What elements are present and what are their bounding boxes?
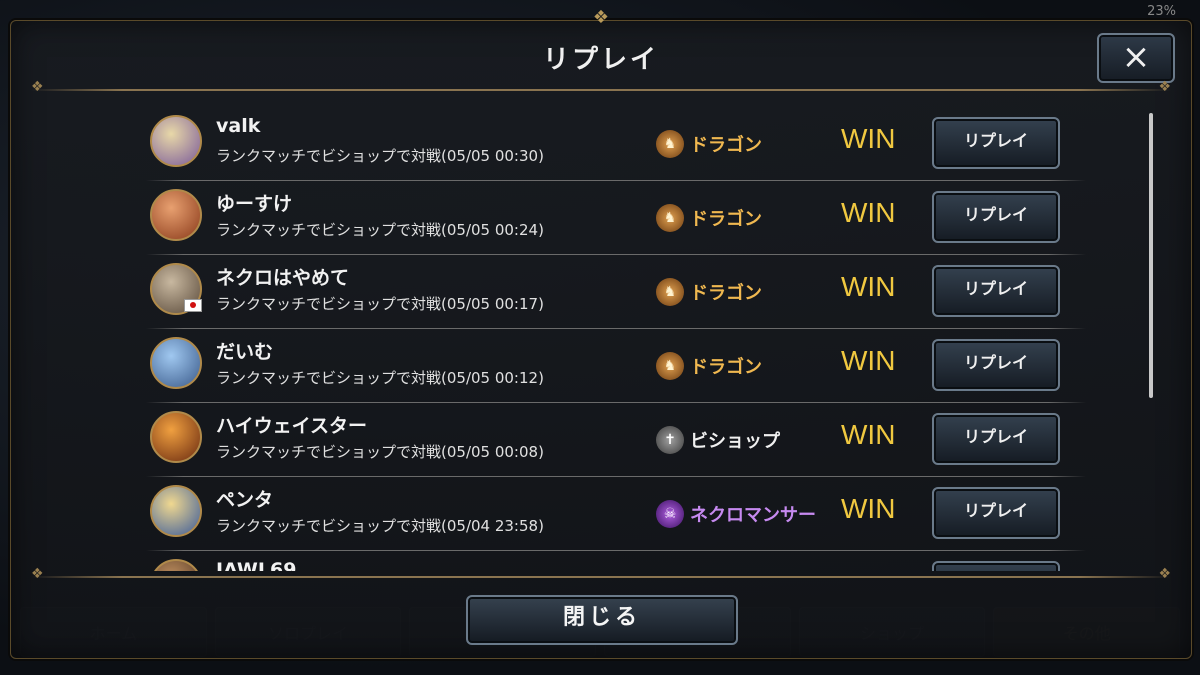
opponent-class-label: ドラゴン bbox=[690, 209, 762, 230]
player-avatar bbox=[150, 337, 202, 389]
replay-button[interactable]: リプレイ bbox=[932, 339, 1060, 391]
bottom-divider bbox=[31, 566, 1171, 582]
player-name: JAWL69 bbox=[216, 559, 297, 571]
match-result: WIN bbox=[841, 271, 896, 302]
row-divider bbox=[146, 180, 1086, 181]
necromancer-icon: ☠ bbox=[656, 500, 684, 528]
player-name: ネクロはやめて bbox=[216, 267, 350, 289]
japan-flag-icon bbox=[184, 299, 202, 312]
match-result: WIN bbox=[841, 123, 896, 154]
player-name: ペンタ bbox=[216, 489, 274, 511]
player-avatar bbox=[150, 189, 202, 241]
dragon-icon: ♞ bbox=[656, 352, 684, 380]
opponent-class-label: ドラゴン bbox=[690, 135, 762, 156]
replay-row: だいむランクマッチでビショップで対戦(05/05 00:12) ♞ ドラゴン WIN リ… bbox=[136, 331, 1086, 405]
row-divider bbox=[146, 550, 1086, 551]
battery-status: 23% bbox=[1147, 4, 1176, 19]
match-description: ランクマッチでビショップで対戦(05/05 00:08) bbox=[216, 443, 544, 461]
dragon-icon: ♞ bbox=[656, 278, 684, 306]
opponent-class: ♞ ドラゴン bbox=[656, 351, 762, 381]
replay-row: ゆーすけランクマッチでビショップで対戦(05/05 00:24) ♞ ドラゴン WIN… bbox=[136, 183, 1086, 257]
opponent-class-label: ビショップ bbox=[690, 431, 780, 452]
dragon-icon: ♞ bbox=[656, 204, 684, 232]
replay-button[interactable]: リプレイ bbox=[932, 265, 1060, 317]
player-avatar bbox=[150, 485, 202, 537]
close-icon-button[interactable]: × bbox=[1097, 33, 1175, 83]
replay-row: ペンタランクマッチでビショップで対戦(05/04 23:58) ☠ ネクロマンサー W… bbox=[136, 479, 1086, 553]
dialog-title: リプレイ bbox=[542, 45, 659, 75]
replay-button[interactable]: リプレイ bbox=[932, 561, 1060, 571]
opponent-class: ♞ ドラゴン bbox=[656, 203, 762, 233]
opponent-class: ✝ ビショップ bbox=[656, 425, 780, 455]
replay-row: valk ランクマッチでビショップで対戦(05/05 00:30) ♞ ドラゴン WIN… bbox=[136, 109, 1086, 183]
opponent-class: ☠ ネクロマンサー bbox=[656, 499, 816, 529]
row-divider bbox=[146, 402, 1086, 403]
list-scrollbar[interactable] bbox=[1149, 113, 1153, 398]
row-divider bbox=[146, 476, 1086, 477]
player-avatar bbox=[150, 559, 202, 571]
replay-list[interactable]: valk ランクマッチでビショップで対戦(05/05 00:30) ♞ ドラゴン WIN… bbox=[136, 109, 1086, 571]
replay-button[interactable]: リプレイ bbox=[932, 117, 1060, 169]
replay-row: ネクロはやめてランクマッチでビショップで対戦(05/05 00:17) ♞ ドラゴン… bbox=[136, 257, 1086, 331]
row-divider bbox=[146, 328, 1086, 329]
opponent-class-label: ドラゴン bbox=[690, 283, 762, 304]
replay-button[interactable]: リプレイ bbox=[932, 487, 1060, 539]
bishop-icon: ✝ bbox=[656, 426, 684, 454]
replay-row: ハイウェイスターランクマッチでビショップで対戦(05/05 00:08) ✝ ビショ… bbox=[136, 405, 1086, 479]
opponent-class: ♞ ドラゴン bbox=[656, 277, 762, 307]
match-result: WIN bbox=[841, 197, 896, 228]
match-description: ランクマッチでビショップで対戦(05/05 00:30) bbox=[216, 147, 544, 165]
match-description: ランクマッチでビショップで対戦(05/05 00:17) bbox=[216, 295, 544, 313]
player-name: だいむ bbox=[216, 341, 274, 363]
match-result: WIN bbox=[841, 493, 896, 524]
row-divider bbox=[146, 254, 1086, 255]
opponent-class: ♞ ドラゴン bbox=[656, 129, 762, 159]
replay-button[interactable]: リプレイ bbox=[932, 413, 1060, 465]
player-name: ゆーすけ bbox=[216, 193, 293, 215]
title-divider bbox=[31, 79, 1171, 95]
player-name: ハイウェイスター bbox=[216, 415, 368, 437]
match-description: ランクマッチでビショップで対戦(05/04 23:58) bbox=[216, 517, 544, 535]
match-result: WIN bbox=[841, 419, 896, 450]
dragon-icon: ♞ bbox=[656, 130, 684, 158]
replay-dialog: ❖ リプレイ × valk ランクマッチでビショップで対戦(05/05 00:30… bbox=[10, 7, 1192, 659]
player-avatar bbox=[150, 115, 202, 167]
replay-button[interactable]: リプレイ bbox=[932, 191, 1060, 243]
player-name: valk bbox=[216, 115, 261, 137]
replay-row: JAWL69 リプレイ bbox=[136, 553, 1086, 571]
match-description: ランクマッチでビショップで対戦(05/05 00:12) bbox=[216, 369, 544, 387]
top-ornament: ❖ bbox=[592, 7, 610, 28]
match-description: ランクマッチでビショップで対戦(05/05 00:24) bbox=[216, 221, 544, 239]
opponent-class-label: ネクロマンサー bbox=[690, 505, 816, 526]
player-avatar bbox=[150, 411, 202, 463]
opponent-class-label: ドラゴン bbox=[690, 357, 762, 378]
close-button[interactable]: 閉じる bbox=[466, 595, 738, 645]
match-result: WIN bbox=[841, 345, 896, 376]
